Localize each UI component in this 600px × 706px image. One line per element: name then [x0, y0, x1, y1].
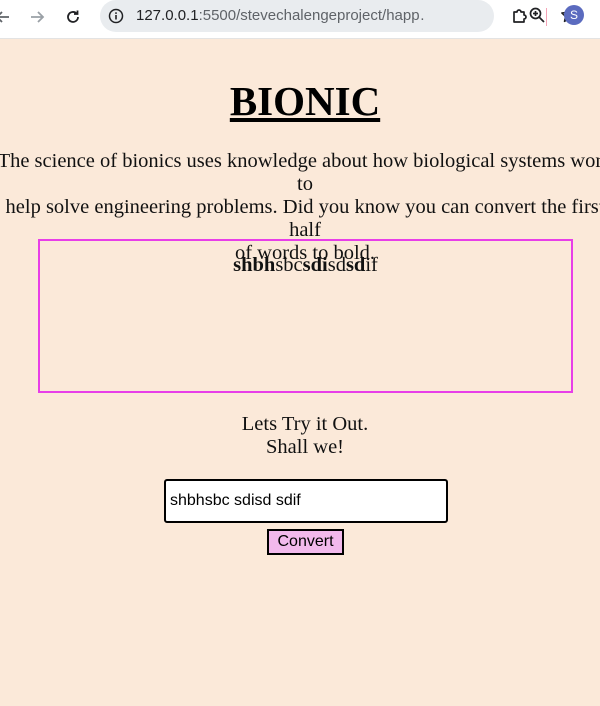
input-wrapper [164, 479, 448, 523]
prompt-line: Shall we! [266, 436, 344, 458]
word-rest-part: if [365, 254, 378, 276]
url-host: 127.0.0.1 [136, 7, 199, 24]
word-rest-part: sbc [275, 254, 303, 276]
try-it-prompt: Lets Try it Out. Shall we! [0, 413, 600, 459]
browser-toolbar: 127.0.0.1:5500/stevechalengeproject/happ… [0, 0, 600, 39]
address-bar[interactable]: 127.0.0.1:5500/stevechalengeproject/happ… [100, 0, 577, 32]
extensions-icon[interactable] [510, 6, 530, 31]
back-arrow-icon[interactable] [0, 6, 14, 28]
avatar-letter: S [569, 8, 578, 22]
page-title: BIONIC [229, 78, 381, 124]
prompt-line: Lets Try it Out. [241, 413, 369, 435]
zoom-icon[interactable] [528, 6, 546, 29]
bionic-output-text: shbhsbcsdisdsdif [40, 254, 571, 277]
convert-button[interactable]: Convert [267, 529, 344, 555]
word-bold-part: sdi [302, 254, 328, 276]
reload-icon[interactable] [62, 6, 84, 28]
forward-arrow-icon[interactable] [26, 6, 48, 28]
bionic-output-box: shbhsbcsdisdsdif [38, 239, 573, 393]
intro-line: The science of bionics uses knowledge ab… [0, 150, 600, 195]
url-path: :5500/stevechalengeproject/happ… [198, 7, 426, 24]
intro-line: help solve engineering problems. Did you… [5, 196, 600, 241]
word-rest-part: sd [327, 254, 346, 276]
site-info-icon[interactable] [108, 8, 124, 24]
profile-avatar[interactable]: S [564, 5, 584, 25]
url-text[interactable]: 127.0.0.1:5500/stevechalengeproject/happ… [136, 7, 426, 24]
text-input[interactable] [164, 479, 448, 523]
toolbar-divider [546, 8, 547, 26]
word-bold-part: shbh [233, 254, 276, 276]
word-bold-part: sd [345, 254, 366, 276]
